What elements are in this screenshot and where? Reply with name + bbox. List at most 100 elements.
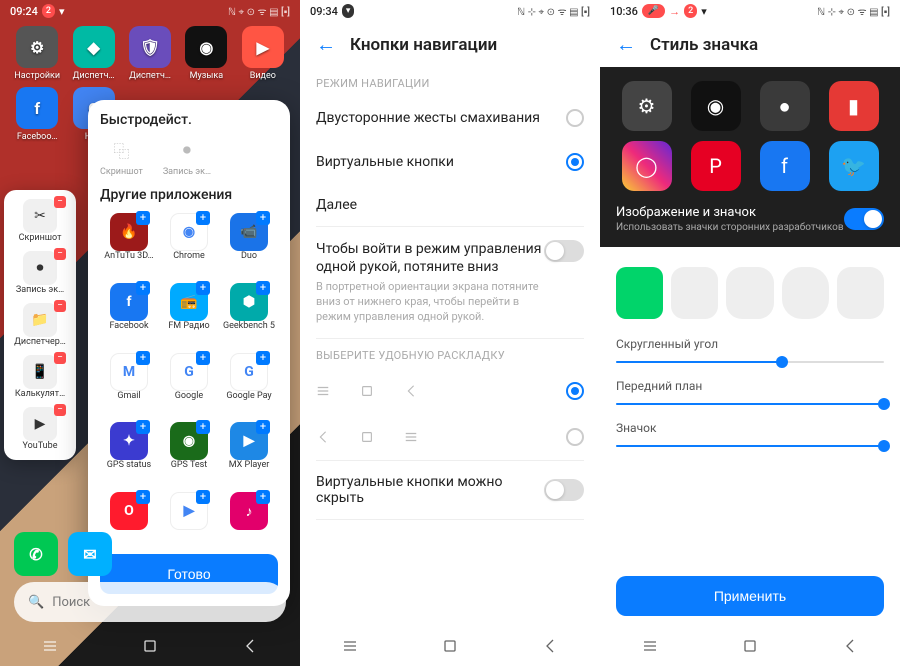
add-badge[interactable]: + bbox=[256, 351, 270, 365]
app-item[interactable]: ◉ + GPS Test bbox=[160, 420, 218, 486]
add-badge[interactable]: + bbox=[136, 351, 150, 365]
add-badge[interactable]: + bbox=[256, 420, 270, 434]
layout-option-2[interactable] bbox=[300, 414, 600, 460]
home-app[interactable]: f Faceboo… bbox=[10, 87, 64, 142]
remove-badge[interactable]: − bbox=[54, 248, 66, 260]
add-badge[interactable]: + bbox=[256, 211, 270, 225]
add-badge[interactable]: + bbox=[136, 420, 150, 434]
add-badge[interactable]: + bbox=[196, 420, 210, 434]
sidebar-item[interactable]: ⏺ − Запись эк… bbox=[4, 248, 76, 298]
app-item[interactable]: f + Facebook bbox=[100, 281, 158, 347]
nav-bar bbox=[0, 626, 300, 666]
app-item[interactable]: G + Google Pay bbox=[220, 351, 278, 417]
app-icon: f bbox=[16, 87, 58, 129]
add-badge[interactable]: + bbox=[196, 281, 210, 295]
add-badge[interactable]: + bbox=[196, 211, 210, 225]
home-app[interactable]: ⚙ Настройки bbox=[10, 26, 64, 81]
messages-app[interactable]: ✉ bbox=[68, 532, 112, 576]
phone-app[interactable]: ✆ bbox=[14, 532, 58, 576]
quick-action[interactable]: ⿻ Скриншот bbox=[100, 136, 143, 177]
app-item[interactable]: ♪ + bbox=[220, 490, 278, 546]
nav-menu[interactable] bbox=[641, 637, 659, 655]
nav-back[interactable] bbox=[841, 637, 859, 655]
app-item[interactable]: 🔥 + AnTuTu 3D… bbox=[100, 211, 158, 277]
hide-row[interactable]: Виртуальные кнопки можно скрыть bbox=[300, 461, 600, 519]
app-item[interactable]: G + Google bbox=[160, 351, 218, 417]
nav-back[interactable] bbox=[241, 637, 259, 655]
arrow-icon: → bbox=[669, 5, 680, 18]
nav-home[interactable] bbox=[441, 637, 459, 655]
nav-home[interactable] bbox=[741, 637, 759, 655]
radio-unchecked[interactable] bbox=[566, 428, 584, 446]
sidebar-item[interactable]: ▶ − YouTube bbox=[4, 404, 76, 454]
app-item[interactable]: ◉ + Chrome bbox=[160, 211, 218, 277]
app-item[interactable]: 📻 + FM Радио bbox=[160, 281, 218, 347]
nav-home[interactable] bbox=[141, 637, 159, 655]
nav-back[interactable] bbox=[541, 637, 559, 655]
home-app[interactable]: 🛡 Диспетч… bbox=[123, 26, 177, 81]
nav-bar bbox=[300, 626, 600, 666]
header: ← Кнопки навигации bbox=[300, 22, 600, 67]
back-button[interactable]: ← bbox=[316, 32, 336, 57]
nav-menu[interactable] bbox=[341, 637, 359, 655]
toggle-off[interactable] bbox=[544, 479, 584, 501]
nav-menu[interactable] bbox=[41, 637, 59, 655]
layout-option-1[interactable] bbox=[300, 368, 600, 414]
app-icon: ⚙ bbox=[16, 26, 58, 68]
status-bar: 09:24 2 ▾ ℕ ⌖ ⊙ ᯤ ▤ [▪] bbox=[0, 0, 300, 22]
add-badge[interactable]: + bbox=[256, 490, 270, 504]
image-icon-row[interactable]: Изображение и значок Использовать значки… bbox=[616, 205, 884, 233]
option-gestures[interactable]: Двусторонние жесты смахивания bbox=[300, 96, 600, 140]
sidebar-item[interactable]: 📁 − Диспетчер… bbox=[4, 300, 76, 350]
option-more[interactable]: Далее bbox=[300, 184, 600, 226]
toggle-off[interactable] bbox=[544, 240, 584, 262]
header: ← Стиль значка bbox=[600, 22, 900, 67]
add-badge[interactable]: + bbox=[256, 281, 270, 295]
radio-unchecked[interactable] bbox=[566, 109, 584, 127]
app-item[interactable]: ▶ + bbox=[160, 490, 218, 546]
quick-action[interactable]: ⏺ Запись эк… bbox=[163, 136, 211, 177]
remove-badge[interactable]: − bbox=[54, 196, 66, 208]
slider-track[interactable] bbox=[616, 445, 884, 447]
slider-track[interactable] bbox=[616, 361, 884, 363]
add-badge[interactable]: + bbox=[136, 211, 150, 225]
home-app[interactable]: ▶ Видео bbox=[236, 26, 290, 81]
search-bar[interactable]: 🔍 Поиск bbox=[14, 582, 286, 622]
add-badge[interactable]: + bbox=[136, 490, 150, 504]
shape-option[interactable] bbox=[782, 267, 829, 319]
remove-badge[interactable]: − bbox=[54, 352, 66, 364]
app-label: Google Pay bbox=[226, 391, 271, 401]
add-badge[interactable]: + bbox=[136, 281, 150, 295]
option-virtual[interactable]: Виртуальные кнопки bbox=[300, 140, 600, 184]
shape-option[interactable] bbox=[671, 267, 718, 319]
apply-button[interactable]: Применить bbox=[616, 576, 884, 616]
notif-icon: ▾ bbox=[342, 4, 355, 18]
sidebar-item[interactable]: 📱 − Калькулят… bbox=[4, 352, 76, 402]
app-item[interactable]: ▶ + MX Player bbox=[220, 420, 278, 486]
app-item[interactable]: ⬢ + Geekbench 5 bbox=[220, 281, 278, 347]
shape-option[interactable] bbox=[726, 267, 773, 319]
toggle-on[interactable] bbox=[844, 208, 884, 230]
app-item[interactable]: ✦ + GPS status bbox=[100, 420, 158, 486]
shape-option-selected[interactable] bbox=[616, 267, 663, 319]
add-badge[interactable]: + bbox=[196, 351, 210, 365]
action-label: Скриншот bbox=[100, 167, 143, 177]
remove-badge[interactable]: − bbox=[54, 300, 66, 312]
radio-checked[interactable] bbox=[566, 382, 584, 400]
back-button[interactable]: ← bbox=[616, 32, 636, 57]
home-app[interactable]: ◉ Музыка bbox=[179, 26, 233, 81]
app-item[interactable]: 📹 + Duo bbox=[220, 211, 278, 277]
radio-checked[interactable] bbox=[566, 153, 584, 171]
smart-sidebar[interactable]: ✂ − Скриншот ⏺ − Запись эк… 📁 − Диспетче… bbox=[4, 190, 76, 460]
app-item[interactable]: M + Gmail bbox=[100, 351, 158, 417]
remove-badge[interactable]: − bbox=[54, 404, 66, 416]
slider-corner: Скругленный угол bbox=[600, 329, 900, 371]
home-app[interactable]: ◆ Диспетч… bbox=[66, 26, 120, 81]
onehand-row[interactable]: Чтобы войти в режим управления одной рук… bbox=[300, 227, 600, 338]
sidebar-item[interactable]: ✂ − Скриншот bbox=[4, 196, 76, 246]
shape-option[interactable] bbox=[837, 267, 884, 319]
slider-track[interactable] bbox=[616, 403, 884, 405]
add-badge[interactable]: + bbox=[196, 490, 210, 504]
sidebar-label: Скриншот bbox=[19, 233, 62, 243]
sidebar-icon: ▶ bbox=[23, 407, 57, 441]
